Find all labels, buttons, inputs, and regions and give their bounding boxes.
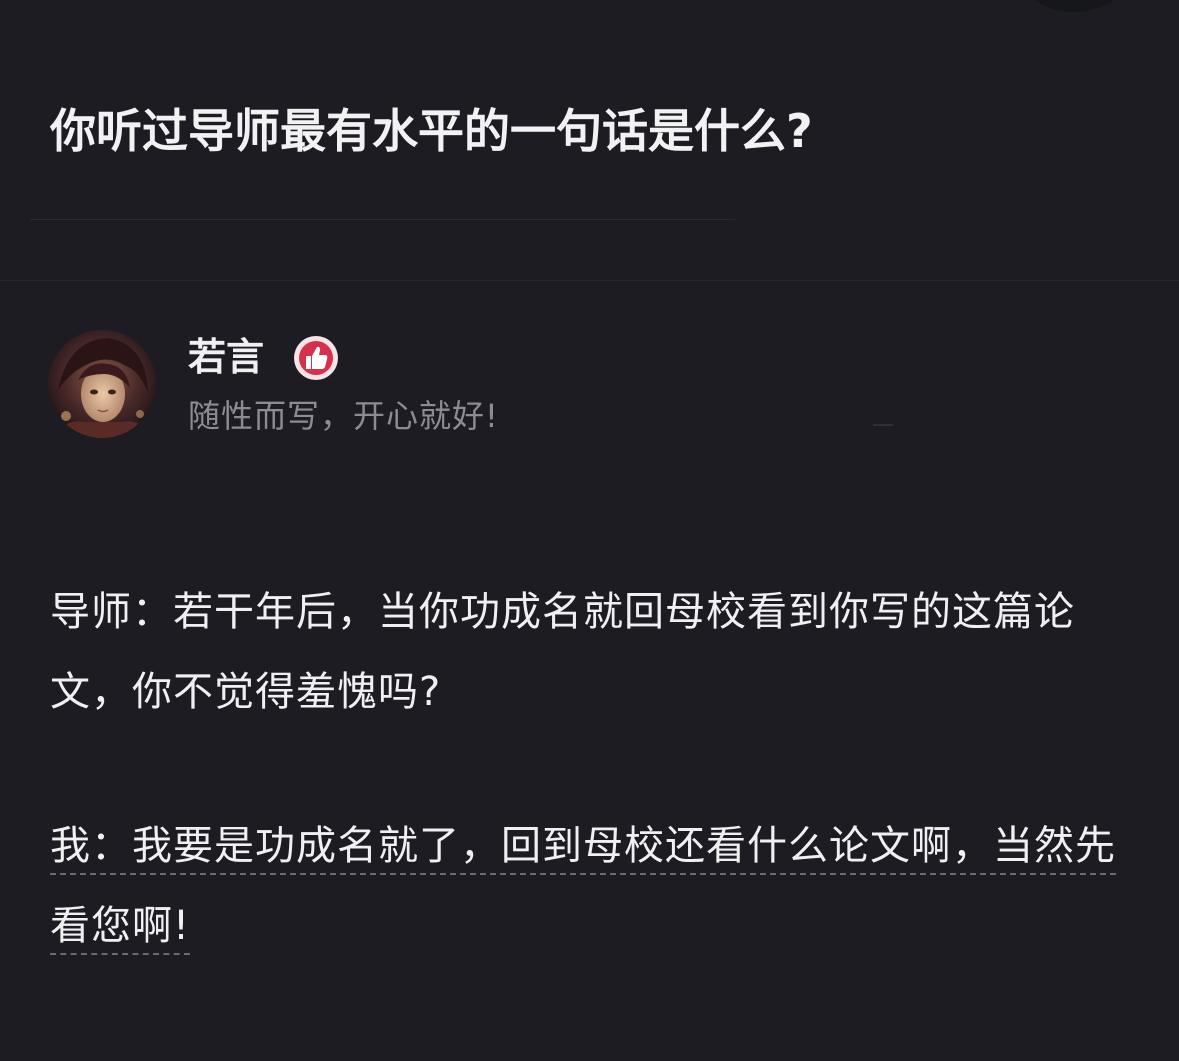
author-bio: 随性而写，开心就好! [188,397,499,435]
author-name[interactable]: 若言 [188,332,264,382]
author-card: 若言 随性而写，开心就好! [48,330,948,442]
avatar[interactable] [48,330,156,438]
top-floating-button[interactable] [1022,0,1126,12]
divider [30,219,735,220]
divider [873,424,893,426]
answer-body: 导师：若干年后，当你功成名就回母校看到你写的这篇论文，你不觉得羞愧吗? 我：我要… [50,572,1140,966]
thumbs-up-badge-icon[interactable] [292,334,340,382]
underlined-quote[interactable]: 我：我要是功成名就了，回到母校还看什么论文啊，当然先看您啊! [50,823,1116,949]
answer-paragraph[interactable]: 我：我要是功成名就了，回到母校还看什么论文啊，当然先看您啊! [50,806,1140,966]
section-divider [0,280,1179,281]
question-title[interactable]: 你听过导师最有水平的一句话是什么? [50,100,1140,162]
answer-paragraph: 导师：若干年后，当你功成名就回母校看到你写的这篇论文，你不觉得羞愧吗? [50,589,1075,715]
page: 你听过导师最有水平的一句话是什么? 若言 随性而写，开心就好! 导师：若干年后，… [0,0,1179,1061]
